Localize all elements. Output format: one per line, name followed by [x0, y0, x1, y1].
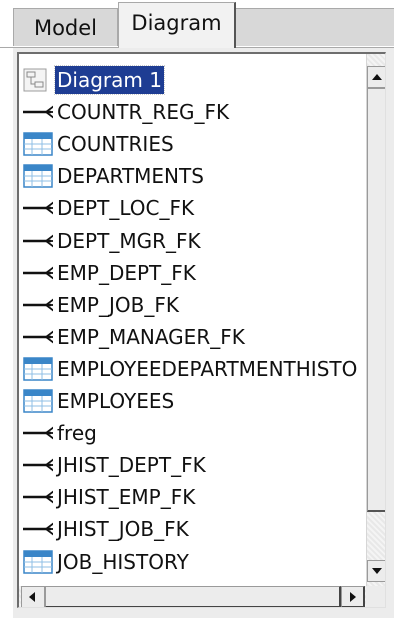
foreign-key-icon — [23, 421, 53, 445]
table-icon — [23, 357, 53, 381]
tree-item[interactable]: EMP_JOB_FK — [21, 289, 365, 321]
tab-diagram[interactable]: Diagram — [118, 2, 236, 48]
scroll-down-button[interactable] — [367, 560, 385, 582]
arrow-left-icon — [29, 592, 35, 602]
diagram-panel: Diagram 1 COUNTR_REG_FK COUNTRIES DEPARTMEN… — [13, 48, 394, 618]
arrow-right-icon — [350, 592, 356, 602]
vertical-scroll-thumb[interactable] — [367, 88, 385, 512]
tree-item-label: COUNTRIES — [57, 132, 174, 157]
tree-item-label: DEPT_LOC_FK — [57, 196, 195, 221]
tree-item[interactable]: Diagram 1 — [21, 64, 365, 96]
tree-item[interactable]: EMPLOYEEDEPARTMENTHISTO — [21, 353, 365, 385]
tree-item[interactable]: freg — [21, 417, 365, 449]
tree-item[interactable]: JHIST_DEPT_FK — [21, 449, 365, 481]
diagram-icon — [23, 68, 53, 92]
tree-item[interactable]: EMP_DEPT_FK — [21, 257, 365, 289]
foreign-key-icon — [23, 517, 53, 541]
scroll-left-button[interactable] — [21, 586, 45, 607]
tree-item-label: JHIST_DEPT_FK — [57, 453, 206, 478]
foreign-key-icon — [23, 261, 53, 285]
tree-item[interactable]: JOB_HISTORY — [21, 546, 365, 575]
tree-item-label: JHIST_JOB_FK — [57, 517, 189, 542]
tab-strip-filler — [236, 8, 394, 46]
tree-item-label: EMPLOYEEDEPARTMENTHISTO — [57, 356, 358, 381]
tree-item-label: JOB_HISTORY — [57, 549, 189, 574]
scrollbar-corner — [366, 586, 385, 607]
tree-item[interactable]: DEPT_MGR_FK — [21, 225, 365, 257]
tree-item-label: DEPT_MGR_FK — [57, 228, 201, 253]
arrow-down-icon — [372, 568, 382, 574]
foreign-key-icon — [23, 453, 53, 477]
table-icon — [23, 164, 53, 189]
foreign-key-icon — [23, 325, 53, 349]
tree-item-label: JHIST_EMP_FK — [57, 485, 196, 510]
tree-item[interactable]: DEPT_LOC_FK — [21, 192, 365, 224]
tree-item-label: Diagram 1 — [54, 65, 165, 95]
tree-view: Diagram 1 COUNTR_REG_FK COUNTRIES DEPARTMEN… — [17, 52, 386, 608]
tree-item[interactable]: EMPLOYEES — [21, 385, 365, 417]
arrow-up-icon — [372, 74, 382, 80]
scroll-up-button[interactable] — [367, 66, 385, 88]
table-icon — [23, 132, 53, 156]
foreign-key-icon — [23, 196, 53, 220]
scroll-right-button[interactable] — [341, 586, 365, 607]
foreign-key-icon — [23, 485, 53, 509]
tree-item[interactable]: JHIST_JOB_FK — [21, 513, 365, 545]
vertical-scrollbar[interactable] — [366, 54, 385, 586]
tree-item-label: COUNTR_REG_FK — [57, 100, 230, 125]
tree-item[interactable]: COUNTR_REG_FK — [21, 96, 365, 128]
tree-item-label: EMP_MANAGER_FK — [57, 324, 245, 349]
tab-model[interactable]: Model — [13, 8, 118, 46]
horizontal-scroll-thumb[interactable] — [45, 586, 341, 607]
tree-item-label: EMP_JOB_FK — [57, 292, 179, 317]
tree-item[interactable]: COUNTRIES — [21, 128, 365, 160]
tree-item-label: DEPARTMENTS — [57, 164, 204, 189]
tree-item[interactable]: EMP_MANAGER_FK — [21, 321, 365, 353]
tree-item[interactable]: DEPARTMENTS — [21, 160, 365, 192]
tab-strip: Model Diagram — [0, 0, 394, 48]
horizontal-scrollbar[interactable] — [19, 586, 366, 607]
foreign-key-icon — [23, 229, 53, 253]
table-icon — [23, 389, 53, 413]
foreign-key-icon — [23, 293, 53, 317]
tree-list: Diagram 1 COUNTR_REG_FK COUNTRIES DEPARTMEN… — [21, 64, 365, 574]
tree-item-label: EMP_DEPT_FK — [57, 260, 196, 285]
tree-item-label: EMPLOYEES — [57, 389, 175, 413]
foreign-key-icon — [23, 100, 53, 124]
tree-item[interactable]: JHIST_EMP_FK — [21, 481, 365, 513]
table-icon — [23, 549, 53, 574]
tree-item-label: freg — [57, 421, 97, 446]
